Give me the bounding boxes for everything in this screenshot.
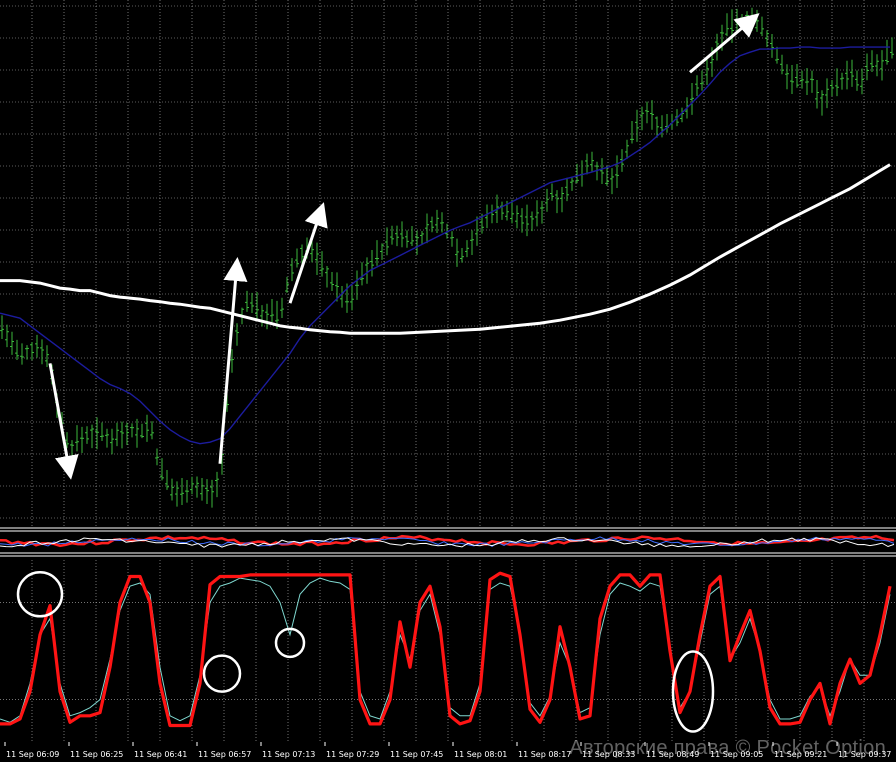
chart-canvas: 11 Sep 06:09 11 Sep 06:25 11 Sep 06:41 11 S… <box>0 0 896 762</box>
x-tick-label: 11 Sep 08:33 <box>582 750 635 759</box>
x-tick-label: 11 Sep 09:37 <box>838 750 891 759</box>
x-tick-label: 11 Sep 09:21 <box>774 750 827 759</box>
x-tick-label: 11 Sep 06:57 <box>198 750 251 759</box>
x-tick-label: 11 Sep 07:45 <box>390 750 443 759</box>
x-tick-label: 11 Sep 06:09 <box>6 750 59 759</box>
x-tick-label: 11 Sep 09:05 <box>710 750 763 759</box>
x-tick-label: 11 Sep 06:41 <box>134 750 187 759</box>
x-tick-label: 11 Sep 06:25 <box>70 750 123 759</box>
x-tick-label: 11 Sep 08:01 <box>454 750 507 759</box>
x-tick-label: 11 Sep 07:13 <box>262 750 315 759</box>
x-tick-label: 11 Sep 08:17 <box>518 750 571 759</box>
trading-chart: 11 Sep 06:09 11 Sep 06:25 11 Sep 06:41 11 S… <box>0 0 896 762</box>
x-tick-label: 11 Sep 07:29 <box>326 750 379 759</box>
x-tick-label: 11 Sep 08:49 <box>646 750 699 759</box>
